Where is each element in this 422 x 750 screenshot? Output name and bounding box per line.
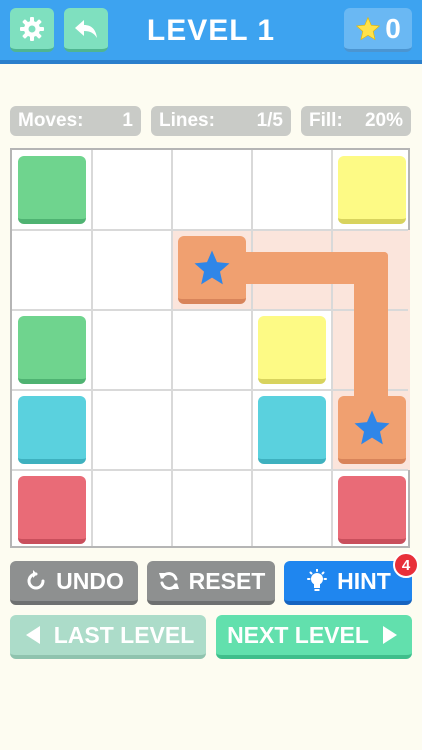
next-level-button[interactable]: NEXT LEVEL [216,615,412,659]
lightbulb-icon [307,569,328,591]
moves-value: 1 [122,110,133,131]
grid-line [12,389,408,391]
game-board[interactable] [10,148,410,548]
undo-label: UNDO [56,567,124,594]
grid-line [91,150,93,546]
top-bar: LEVEL 1 0 [0,0,422,64]
gear-icon [20,16,44,41]
star-icon [356,16,381,40]
tile-yellow[interactable] [258,316,326,384]
undo-button[interactable]: UNDO [10,561,138,605]
moves-stat: Moves: 1 [10,106,141,136]
next-level-label: NEXT LEVEL [227,621,369,648]
tile-orange[interactable] [338,396,406,464]
reset-label: RESET [188,567,266,594]
fill-label: Fill: [309,110,343,131]
hint-count-badge: 4 [393,552,419,578]
lines-value: 1/5 [256,110,283,131]
grid-line [12,229,408,231]
hint-label: HINT [337,567,391,594]
last-level-label: LAST LEVEL [53,621,195,648]
grid-line [12,309,408,311]
settings-button[interactable] [10,8,54,52]
fill-value: 20% [364,110,403,131]
tile-green[interactable] [18,316,86,384]
grid-line [171,150,173,546]
refresh-icon [158,572,179,590]
grid-line [331,150,333,546]
triangle-right-icon [382,626,397,644]
tile-green[interactable] [18,156,86,224]
star-icon [194,250,230,285]
star-counter: 0 [344,8,412,52]
grid-line [12,469,408,471]
lines-stat: Lines: 1/5 [151,106,291,136]
tile-yellow[interactable] [338,156,406,224]
star-icon [354,410,390,445]
tile-orange[interactable] [178,236,246,304]
grid-line [251,150,253,546]
tile-cyan[interactable] [18,396,86,464]
reset-button[interactable]: RESET [147,561,275,605]
last-level-button[interactable]: LAST LEVEL [10,615,206,659]
tile-red[interactable] [338,476,406,544]
back-arrow-icon [75,19,97,38]
fill-stat: Fill: 20% [301,106,411,136]
level-title: LEVEL 1 [146,14,276,47]
triangle-left-icon [25,626,40,644]
back-button[interactable] [64,8,108,52]
undo-icon [27,570,45,590]
moves-label: Moves: [18,110,84,131]
lines-label: Lines: [159,110,215,131]
tile-red[interactable] [18,476,86,544]
star-count: 0 [385,12,401,44]
tile-cyan[interactable] [258,396,326,464]
